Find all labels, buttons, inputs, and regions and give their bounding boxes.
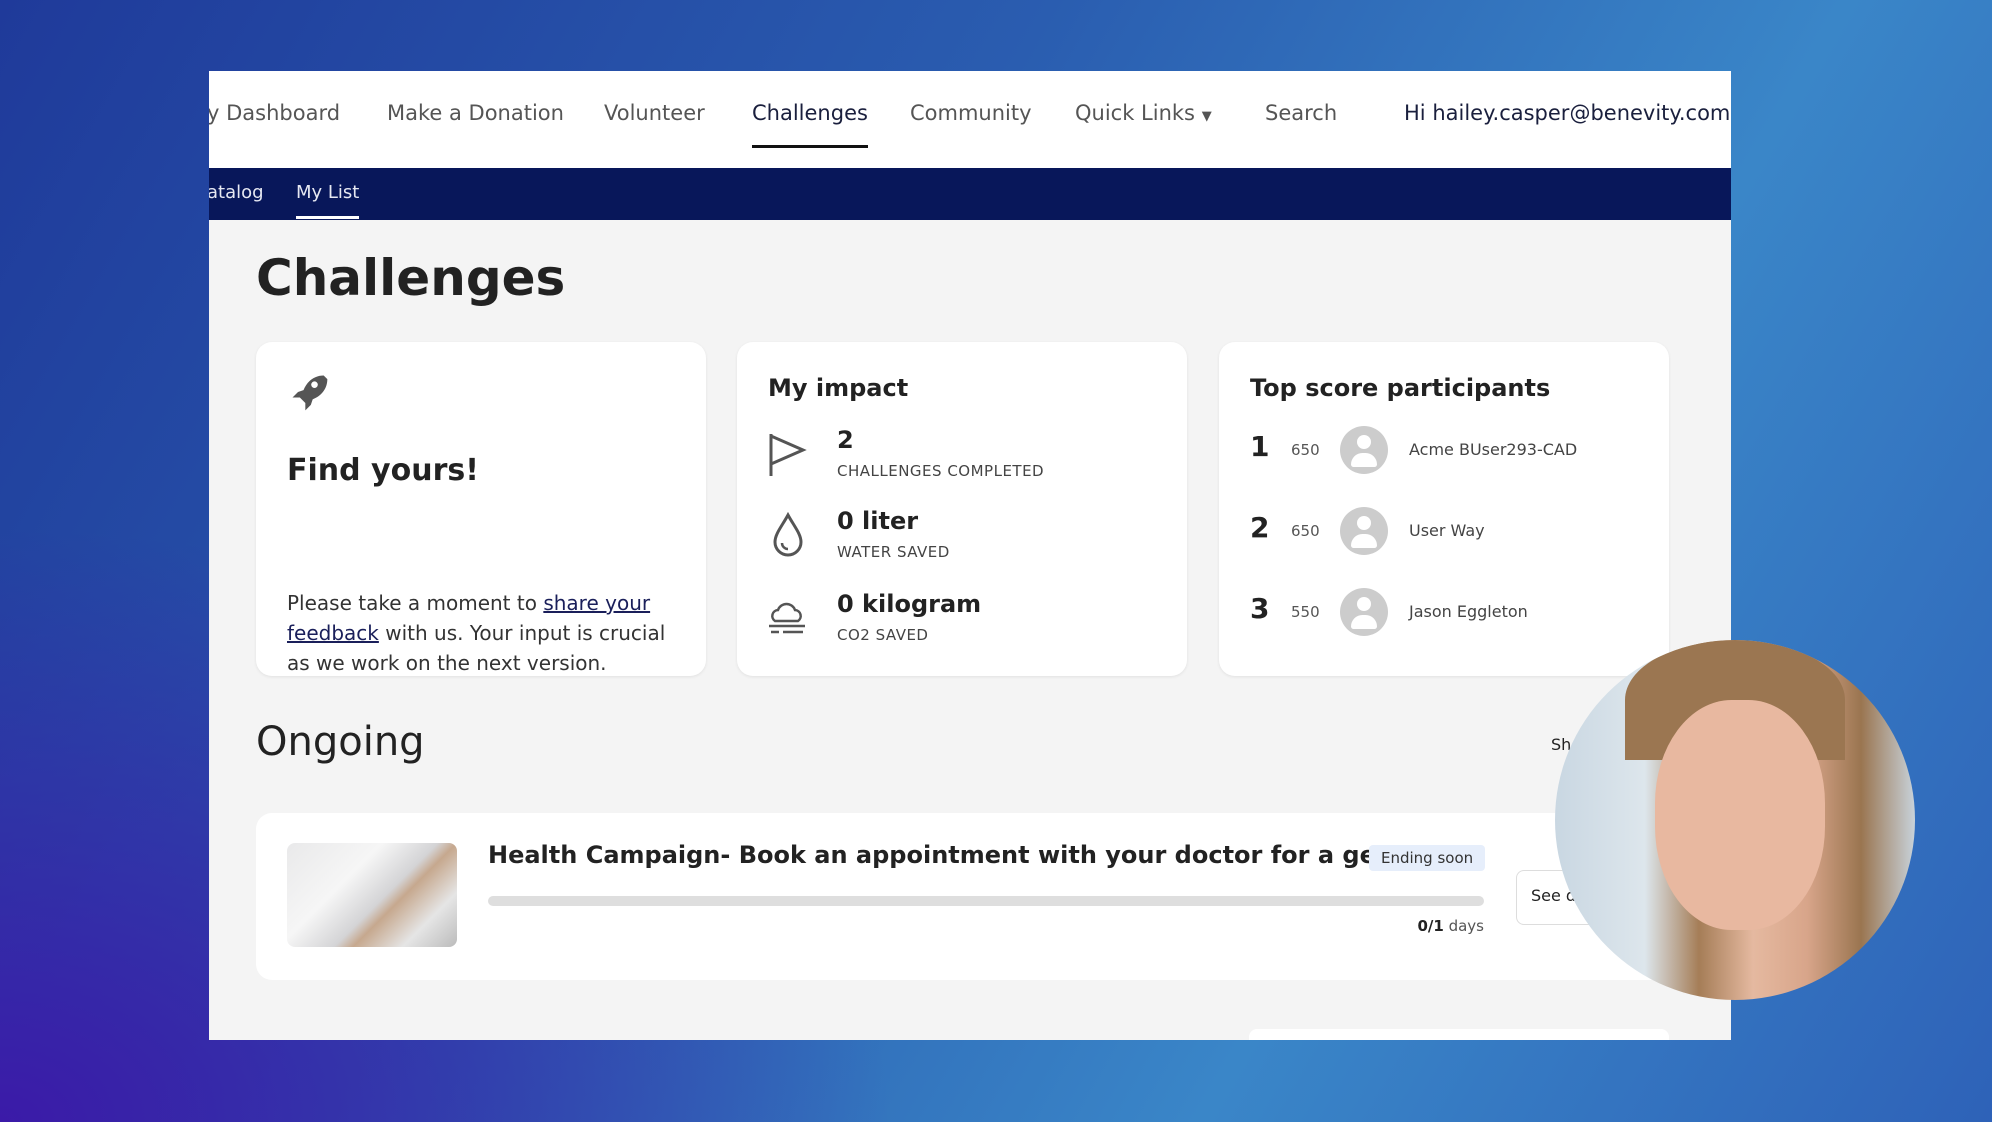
- rocket-icon: [292, 375, 328, 411]
- page-title: Challenges: [256, 249, 566, 307]
- avatar: [1340, 588, 1388, 636]
- participant-name: Jason Eggleton: [1409, 602, 1528, 621]
- subnav-catalog[interactable]: atalog: [209, 182, 264, 203]
- challenge-progress-bar: [488, 896, 1484, 906]
- participant-name: Acme BUser293-CAD: [1409, 440, 1578, 459]
- user-greeting[interactable]: Hi hailey.casper@benevity.com: [1404, 101, 1730, 125]
- presenter-face: [1655, 700, 1825, 930]
- nav-community[interactable]: Community: [910, 101, 1032, 125]
- avatar: [1340, 426, 1388, 474]
- challenges-completed-value: 2: [837, 426, 854, 454]
- find-yours-title: Find yours!: [287, 453, 479, 488]
- nav-quick-links[interactable]: Quick Links ▼: [1075, 101, 1212, 125]
- nav-challenges[interactable]: Challenges: [752, 101, 868, 148]
- challenges-completed-label: CHALLENGES COMPLETED: [837, 462, 1045, 480]
- participant-rank: 1: [1250, 430, 1270, 463]
- subnav-my-list[interactable]: My List: [296, 182, 360, 219]
- nav-search[interactable]: Search: [1265, 101, 1337, 125]
- avatar: [1340, 507, 1388, 555]
- co2-saved-value: 0 kilogram: [837, 590, 982, 618]
- feedback-text-before: Please take a moment to: [287, 591, 544, 615]
- my-impact-title: My impact: [768, 374, 909, 402]
- participant-name: User Way: [1409, 521, 1485, 540]
- challenge-title[interactable]: Health Campaign- Book an appointment wit…: [488, 841, 1420, 869]
- cloud-icon: [769, 602, 805, 634]
- participant-score: 550: [1291, 603, 1320, 621]
- nav-make-donation[interactable]: Make a Donation: [387, 101, 564, 125]
- water-saved-value: 0 liter: [837, 507, 919, 535]
- ongoing-heading: Ongoing: [256, 719, 425, 765]
- co2-saved-label: CO2 SAVED: [837, 626, 929, 644]
- water-saved-label: WATER SAVED: [837, 543, 950, 561]
- sub-nav: atalog My List: [209, 168, 1731, 220]
- next-card-edge: [1249, 1029, 1669, 1040]
- participant-score: 650: [1291, 441, 1320, 459]
- challenge-thumbnail: [287, 843, 457, 947]
- presenter-video-overlay: [1555, 640, 1915, 1000]
- progress-days: 0/1 days: [1417, 917, 1484, 935]
- top-nav: y Dashboard Make a Donation Volunteer Ch…: [209, 71, 1731, 168]
- greeting-text: Hi: [1404, 101, 1426, 125]
- progress-count: 0/1: [1417, 917, 1444, 935]
- participant-rank: 3: [1250, 592, 1270, 625]
- user-email: hailey.casper@benevity.com: [1432, 101, 1731, 125]
- participant-score: 650: [1291, 522, 1320, 540]
- top-score-title: Top score participants: [1250, 374, 1551, 402]
- participant-rank: 2: [1250, 511, 1270, 544]
- app-window: y Dashboard Make a Donation Volunteer Ch…: [209, 71, 1731, 1040]
- caret-down-icon: ▼: [1201, 109, 1212, 124]
- progress-unit: days: [1448, 917, 1484, 935]
- nav-my-dashboard[interactable]: y Dashboard: [209, 101, 340, 125]
- flag-icon: [769, 434, 807, 476]
- top-score-card: Top score participants 1 650 Acme BUser2…: [1219, 342, 1669, 676]
- find-yours-card: Find yours! Please take a moment to shar…: [256, 342, 706, 676]
- challenge-card[interactable]: Health Campaign- Book an appointment wit…: [256, 813, 1676, 980]
- feedback-text: Please take a moment to share your feedb…: [287, 588, 677, 678]
- nav-volunteer[interactable]: Volunteer: [604, 101, 705, 125]
- quick-links-label: Quick Links: [1075, 101, 1196, 125]
- ending-soon-badge: Ending soon: [1369, 845, 1486, 871]
- water-drop-icon: [773, 512, 803, 557]
- my-impact-card: My impact 2 CHALLENGES COMPLETED 0 liter…: [737, 342, 1187, 676]
